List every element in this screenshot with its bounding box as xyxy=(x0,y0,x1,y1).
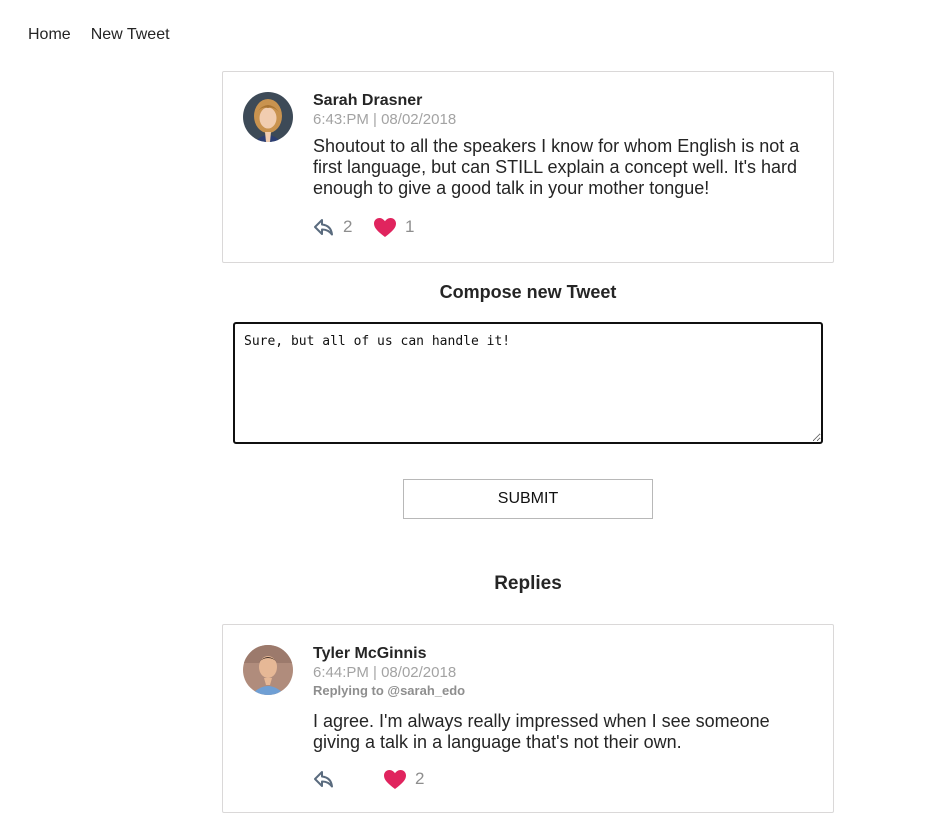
tweet-timestamp: 6:43:PM | 08/02/2018 xyxy=(313,111,457,128)
tweet-content: Sarah Drasner 6:43:PM | 08/02/2018 Shout… xyxy=(313,91,813,239)
like-button[interactable]: 1 xyxy=(373,217,415,238)
nav-home-link[interactable]: Home xyxy=(28,26,71,44)
compose-tweet-textarea[interactable] xyxy=(233,322,823,444)
reply-button[interactable] xyxy=(313,769,353,789)
reply-button[interactable]: 2 xyxy=(313,217,353,237)
replies-heading: Replies xyxy=(494,573,562,594)
tweet-content: Tyler McGinnis 6:44:PM | 08/02/2018 Repl… xyxy=(313,644,813,791)
heart-icon[interactable] xyxy=(373,217,397,238)
author-name: Sarah Drasner xyxy=(313,92,423,109)
top-nav: Home New Tweet xyxy=(28,26,170,44)
tweet-text: Shoutout to all the speakers I know for … xyxy=(313,136,800,198)
reply-tweet-card: Tyler McGinnis 6:44:PM | 08/02/2018 Repl… xyxy=(222,624,834,813)
reply-count: 2 xyxy=(343,217,353,236)
tweet-actions: 2 xyxy=(313,767,813,791)
tweet-text: I agree. I'm always really impressed whe… xyxy=(313,711,770,752)
nav-new-tweet-link[interactable]: New Tweet xyxy=(91,26,170,44)
author-avatar xyxy=(243,92,293,142)
author-name: Tyler McGinnis xyxy=(313,645,427,662)
replying-to-label: Replying to @sarah_edo xyxy=(313,683,466,698)
like-count: 1 xyxy=(405,217,415,236)
reply-arrow-icon[interactable] xyxy=(313,217,335,237)
author-avatar xyxy=(243,645,293,695)
reply-arrow-icon[interactable] xyxy=(313,769,335,789)
submit-button[interactable]: SUBMIT xyxy=(403,479,653,519)
heart-icon[interactable] xyxy=(383,769,407,790)
main-tweet-card: Sarah Drasner 6:43:PM | 08/02/2018 Shout… xyxy=(222,71,834,263)
compose-title: Compose new Tweet xyxy=(439,282,617,302)
tweet-actions: 2 1 xyxy=(313,215,813,239)
like-count: 2 xyxy=(415,769,425,788)
like-button[interactable]: 2 xyxy=(383,769,425,790)
tweet-timestamp: 6:44:PM | 08/02/2018 xyxy=(313,664,457,681)
